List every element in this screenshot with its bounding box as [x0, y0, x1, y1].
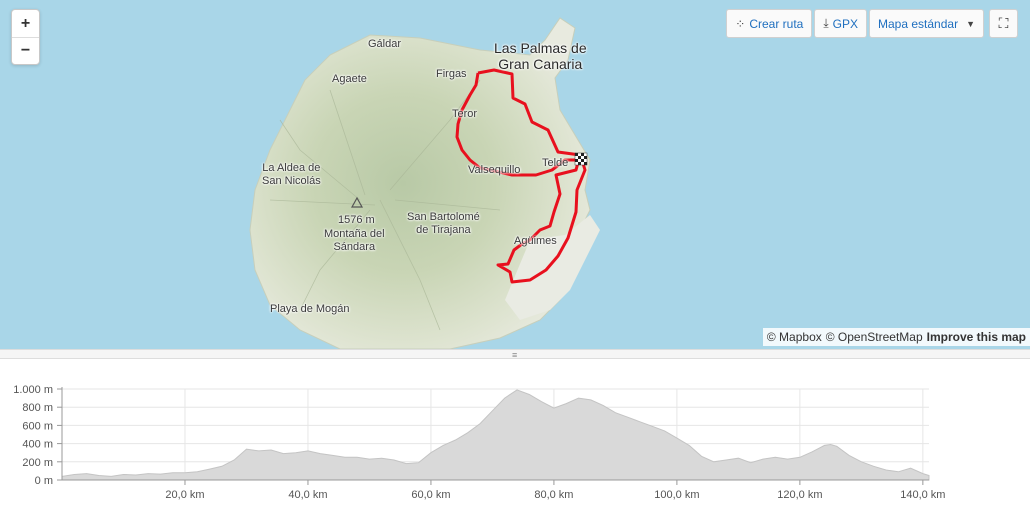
caret-down-icon: ▼ — [966, 18, 975, 29]
place-agaete: Agaete — [332, 73, 367, 85]
place-la-aldea: La Aldea de San Nicolás — [262, 162, 321, 187]
y-tick-label: 400 m — [22, 439, 53, 451]
x-tick-label: 20,0 km — [165, 489, 204, 501]
peak-name: Montaña del Sándara — [324, 228, 385, 253]
place-playa-mogan: Playa de Mogán — [270, 303, 350, 315]
attribution-mapbox[interactable]: © Mapbox — [767, 330, 822, 344]
download-icon: ⤓ — [823, 16, 829, 30]
place-las-palmas: Las Palmas de Gran Canaria — [494, 40, 587, 72]
y-tick-label: 1.000 m — [13, 384, 53, 396]
y-tick-label: 200 m — [22, 457, 53, 469]
route-viewer: Gáldar Agaete Firgas Las Palmas de Gran … — [0, 0, 1030, 518]
x-tick-label: 40,0 km — [288, 489, 327, 501]
gpx-button[interactable]: ⤓ GPX — [814, 9, 868, 38]
place-valsequillo: Valsequillo — [468, 164, 521, 176]
map-toolbar: ⁘ Crear ruta ⤓ GPX Mapa estándar ▼ — [726, 9, 984, 38]
attribution-osm[interactable]: © OpenStreetMap — [826, 330, 923, 344]
fullscreen-button[interactable]: ⛶ — [989, 9, 1018, 38]
map-attribution: © Mapbox © OpenStreetMap Improve this ma… — [762, 328, 1030, 346]
place-aguimes: Agüimes — [514, 235, 557, 247]
chart-area-group — [61, 389, 930, 481]
x-tick-label: 80,0 km — [534, 489, 573, 501]
elevation-chart[interactable]: 0 m 200 m 400 m 600 m 800 m 1.000 m 20,0 km 40,… — [0, 360, 1030, 518]
x-tick-label: 100,0 km — [654, 489, 699, 501]
grip-icon: ≡ — [512, 350, 518, 360]
place-firgas: Firgas — [436, 68, 467, 80]
map-style-label: Mapa estándar — [878, 16, 959, 31]
x-tick-label: 120,0 km — [777, 489, 822, 501]
y-tick-label: 800 m — [22, 402, 53, 414]
improve-map-link[interactable]: Improve this map — [927, 330, 1026, 344]
place-san-bartolome: San Bartolomé de Tirajana — [407, 211, 480, 236]
place-teror: Teror — [452, 108, 478, 120]
create-route-label: Crear ruta — [749, 16, 804, 31]
checkered-flag-icon — [574, 152, 588, 166]
zoom-in-button[interactable]: + — [12, 10, 39, 37]
route-dots-icon: ⁘ — [735, 16, 746, 31]
map-style-select[interactable]: Mapa estándar ▼ — [869, 9, 984, 38]
create-route-button[interactable]: ⁘ Crear ruta — [726, 9, 813, 38]
y-tick-label: 0 m — [35, 475, 53, 487]
expand-icon: ⛶ — [998, 15, 1009, 31]
zoom-out-button[interactable]: − — [12, 37, 39, 64]
zoom-control: + − — [11, 9, 40, 65]
x-tick-label: 140,0 km — [900, 489, 945, 501]
gpx-label: GPX — [832, 16, 859, 31]
y-tick-label: 600 m — [22, 420, 53, 432]
elevation-area — [61, 389, 930, 481]
x-tick-label: 60,0 km — [411, 489, 450, 501]
peak-elevation: 1576 m — [338, 214, 375, 226]
route-map[interactable]: Gáldar Agaete Firgas Las Palmas de Gran … — [0, 0, 1030, 349]
place-galdar: Gáldar — [368, 38, 402, 50]
place-telde: Telde — [542, 157, 569, 169]
panel-resize-handle[interactable]: ≡ — [0, 349, 1030, 360]
